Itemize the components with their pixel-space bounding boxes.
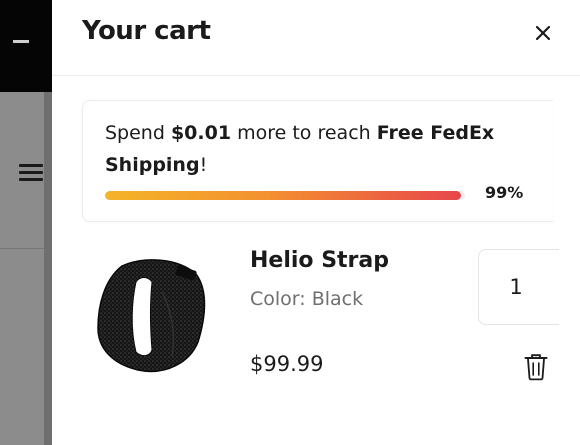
hamburger-menu-icon[interactable] <box>19 163 43 183</box>
close-button[interactable] <box>528 18 558 48</box>
shipping-remaining-amount: $0.01 <box>170 122 232 144</box>
background-header-dash <box>13 40 29 43</box>
background-divider <box>0 248 44 249</box>
item-variant: Color: Black <box>250 288 364 310</box>
item-price: $99.99 <box>250 352 324 376</box>
free-shipping-notice: Spend $0.01 more to reach Free FedEx Ship… <box>82 100 553 222</box>
cart-drawer: Your cart Spend $0.01 more to reach Free… <box>52 0 580 445</box>
cart-title: Your cart <box>82 16 211 46</box>
black-loop-strap-image[interactable] <box>92 252 212 380</box>
close-icon <box>535 25 551 41</box>
trash-icon <box>524 354 548 381</box>
background-content-edge <box>44 92 52 445</box>
shipping-progress-fill <box>105 191 462 200</box>
shipping-goal-part2: Shipping <box>105 154 200 176</box>
shipping-suffix: ! <box>199 154 208 176</box>
background-header <box>0 0 52 92</box>
quantity-input[interactable]: 1 <box>478 249 559 325</box>
item-name[interactable]: Helio Strap <box>250 248 389 273</box>
shipping-prefix: Spend <box>105 122 171 144</box>
cart-header: Your cart <box>52 0 580 76</box>
quantity-value: 1 <box>509 275 523 299</box>
remove-item-button[interactable] <box>524 353 548 381</box>
shipping-progress-bar <box>105 191 465 200</box>
shipping-middle: more to reach <box>231 122 377 144</box>
free-shipping-message: Spend $0.01 more to reach Free FedEx Ship… <box>105 117 535 181</box>
shipping-goal-part1: Free FedEx <box>376 122 495 144</box>
background-page-overlay[interactable] <box>0 0 52 445</box>
shipping-progress-percent: 99% <box>485 183 524 202</box>
screen: Your cart Spend $0.01 more to reach Free… <box>0 0 580 445</box>
